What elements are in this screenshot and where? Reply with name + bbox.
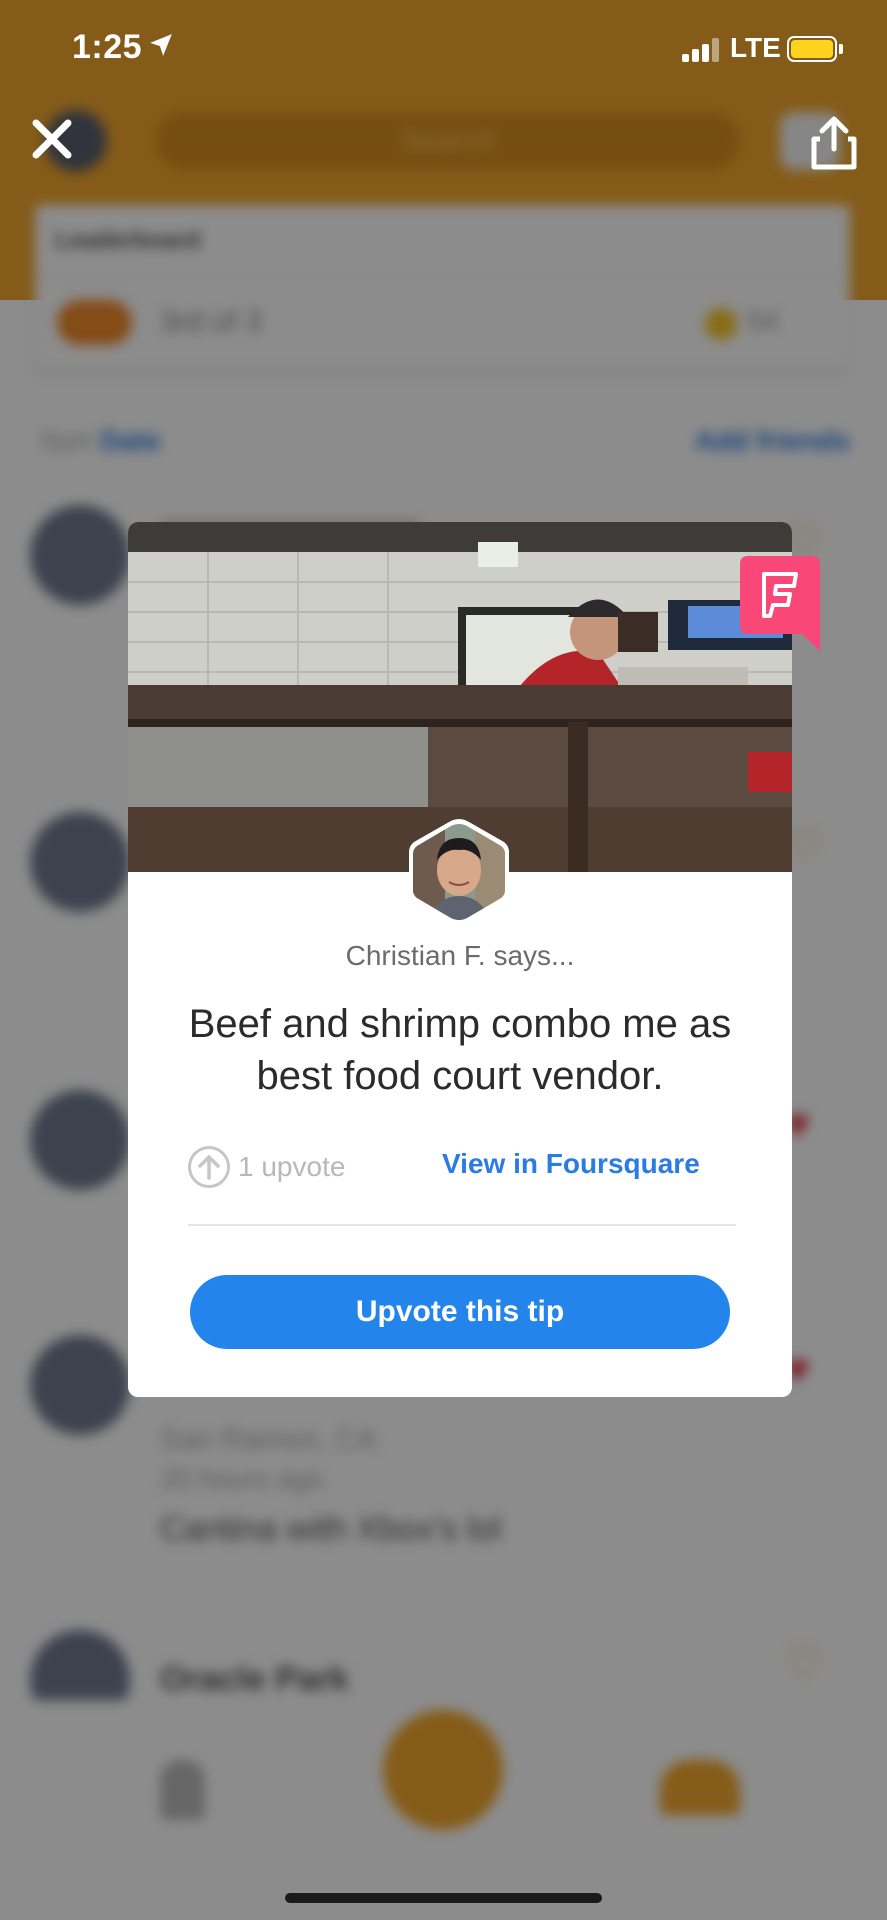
tip-author: Christian F. says... (345, 940, 575, 971)
status-bar: 1:25 LTE (0, 0, 887, 100)
cellular-signal-icon (682, 38, 722, 62)
status-time: 1:25 (72, 28, 143, 66)
close-icon (32, 119, 72, 159)
share-icon (811, 116, 857, 170)
foursquare-logo-icon (740, 556, 820, 651)
close-button[interactable] (28, 115, 76, 163)
share-button[interactable] (808, 115, 860, 171)
upvote-tip-button[interactable]: Upvote this tip (190, 1275, 730, 1349)
arrow-up-icon (188, 1146, 230, 1188)
home-indicator[interactable] (285, 1893, 602, 1903)
battery-cap (839, 44, 843, 54)
avatar[interactable] (405, 818, 513, 926)
tip-text: Beef and shrimp combo me as best food co… (188, 1002, 732, 1098)
divider (188, 1224, 736, 1226)
upvote-count-label: 1 upvote (238, 1151, 346, 1182)
location-arrow-icon (150, 34, 172, 56)
upvote-count: 1 upvote (188, 1145, 345, 1189)
network-type: LTE (730, 32, 781, 63)
view-in-foursquare-link[interactable]: View in Foursquare (442, 1148, 700, 1180)
battery-icon (787, 36, 837, 62)
